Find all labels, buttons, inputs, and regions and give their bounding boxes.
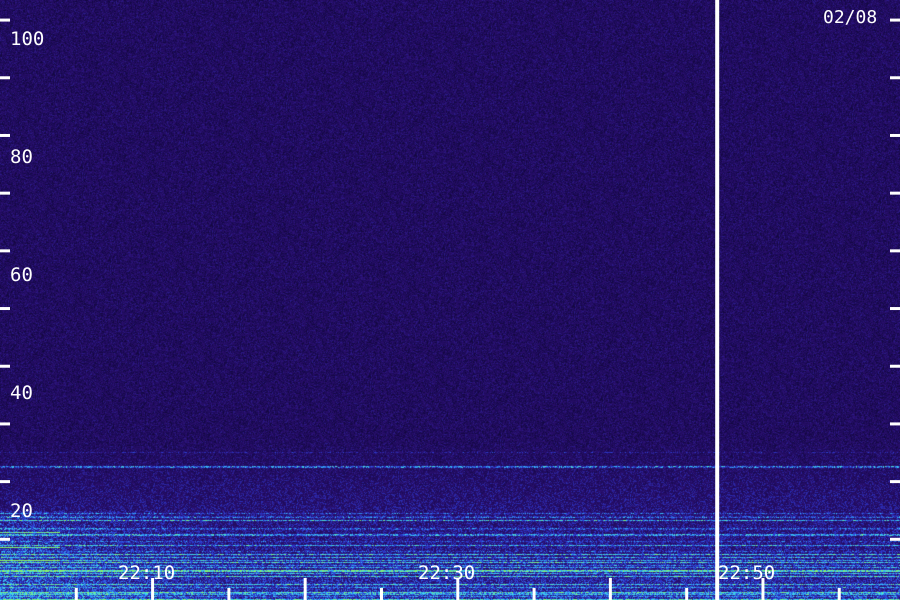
y-tick-label-40: 40 <box>10 382 33 404</box>
spectrogram-overlay: 100 80 60 40 20 22:10 22:30 22:50 02/08 <box>0 0 900 600</box>
x-tick-label-2210: 22:10 <box>118 562 175 584</box>
date-label: 02/08 <box>823 7 877 28</box>
y-tick-label-60: 60 <box>10 264 33 286</box>
y-axis-right <box>890 18 900 541</box>
y-tick-label-100: 100 <box>10 28 44 50</box>
x-tick-label-2250: 22:50 <box>718 562 775 584</box>
x-tick-label-2230: 22:30 <box>418 562 475 584</box>
y-tick-label-20: 20 <box>10 500 33 522</box>
y-tick-label-80: 80 <box>10 146 33 168</box>
y-axis-left <box>0 18 10 541</box>
